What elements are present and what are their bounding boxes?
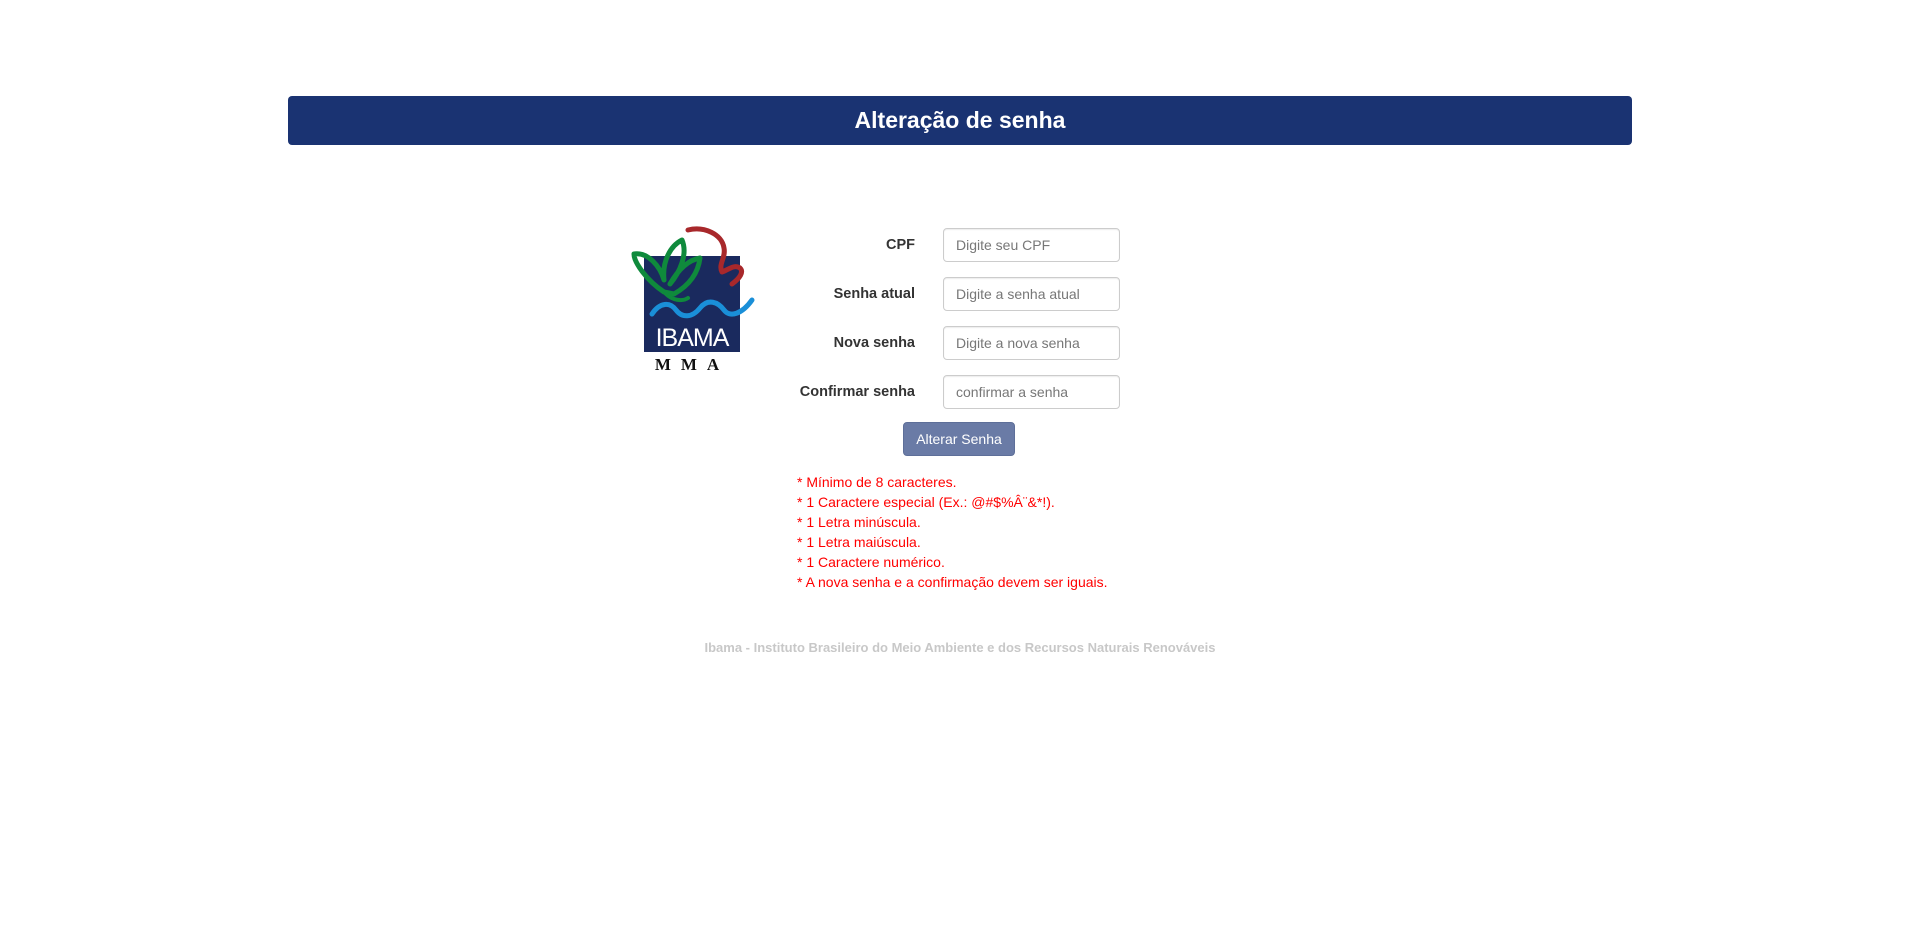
current-password-label: Senha atual — [833, 286, 915, 302]
change-password-button[interactable]: Alterar Senha — [903, 422, 1015, 456]
cpf-input[interactable] — [943, 228, 1120, 262]
cpf-label: CPF — [886, 237, 915, 253]
footer-text: Ibama - Instituto Brasileiro do Meio Amb… — [704, 640, 1216, 655]
confirm-password-row: Confirmar senha — [790, 375, 1120, 409]
page-header: Alteração de senha — [288, 96, 1632, 145]
rule-min-length: * Mínimo de 8 caracteres. — [797, 474, 957, 490]
rule-match: * A nova senha e a confirmação devem ser… — [797, 574, 1108, 590]
logo-subtitle: MMA — [655, 355, 729, 372]
rule-lowercase: * 1 Letra minúscula. — [797, 514, 921, 530]
current-password-input[interactable] — [943, 277, 1120, 311]
new-password-input[interactable] — [943, 326, 1120, 360]
cpf-row: CPF — [790, 228, 1120, 262]
rule-uppercase: * 1 Letra maiúscula. — [797, 534, 921, 550]
logo-name: IBAMA — [656, 324, 730, 352]
rule-special-char: * 1 Caractere especial (Ex.: @#$%Â¨&*!). — [797, 494, 1055, 510]
confirm-password-input[interactable] — [943, 375, 1120, 409]
password-rules-list: * Mínimo de 8 caracteres. * 1 Caractere … — [797, 472, 1108, 592]
current-password-row: Senha atual — [790, 277, 1120, 311]
page-title: Alteração de senha — [854, 107, 1066, 133]
rule-numeric: * 1 Caractere numérico. — [797, 554, 945, 570]
ibama-logo: IBAMA MMA — [626, 222, 770, 372]
new-password-row: Nova senha — [790, 326, 1120, 360]
confirm-password-label: Confirmar senha — [799, 384, 915, 400]
new-password-label: Nova senha — [833, 335, 915, 351]
